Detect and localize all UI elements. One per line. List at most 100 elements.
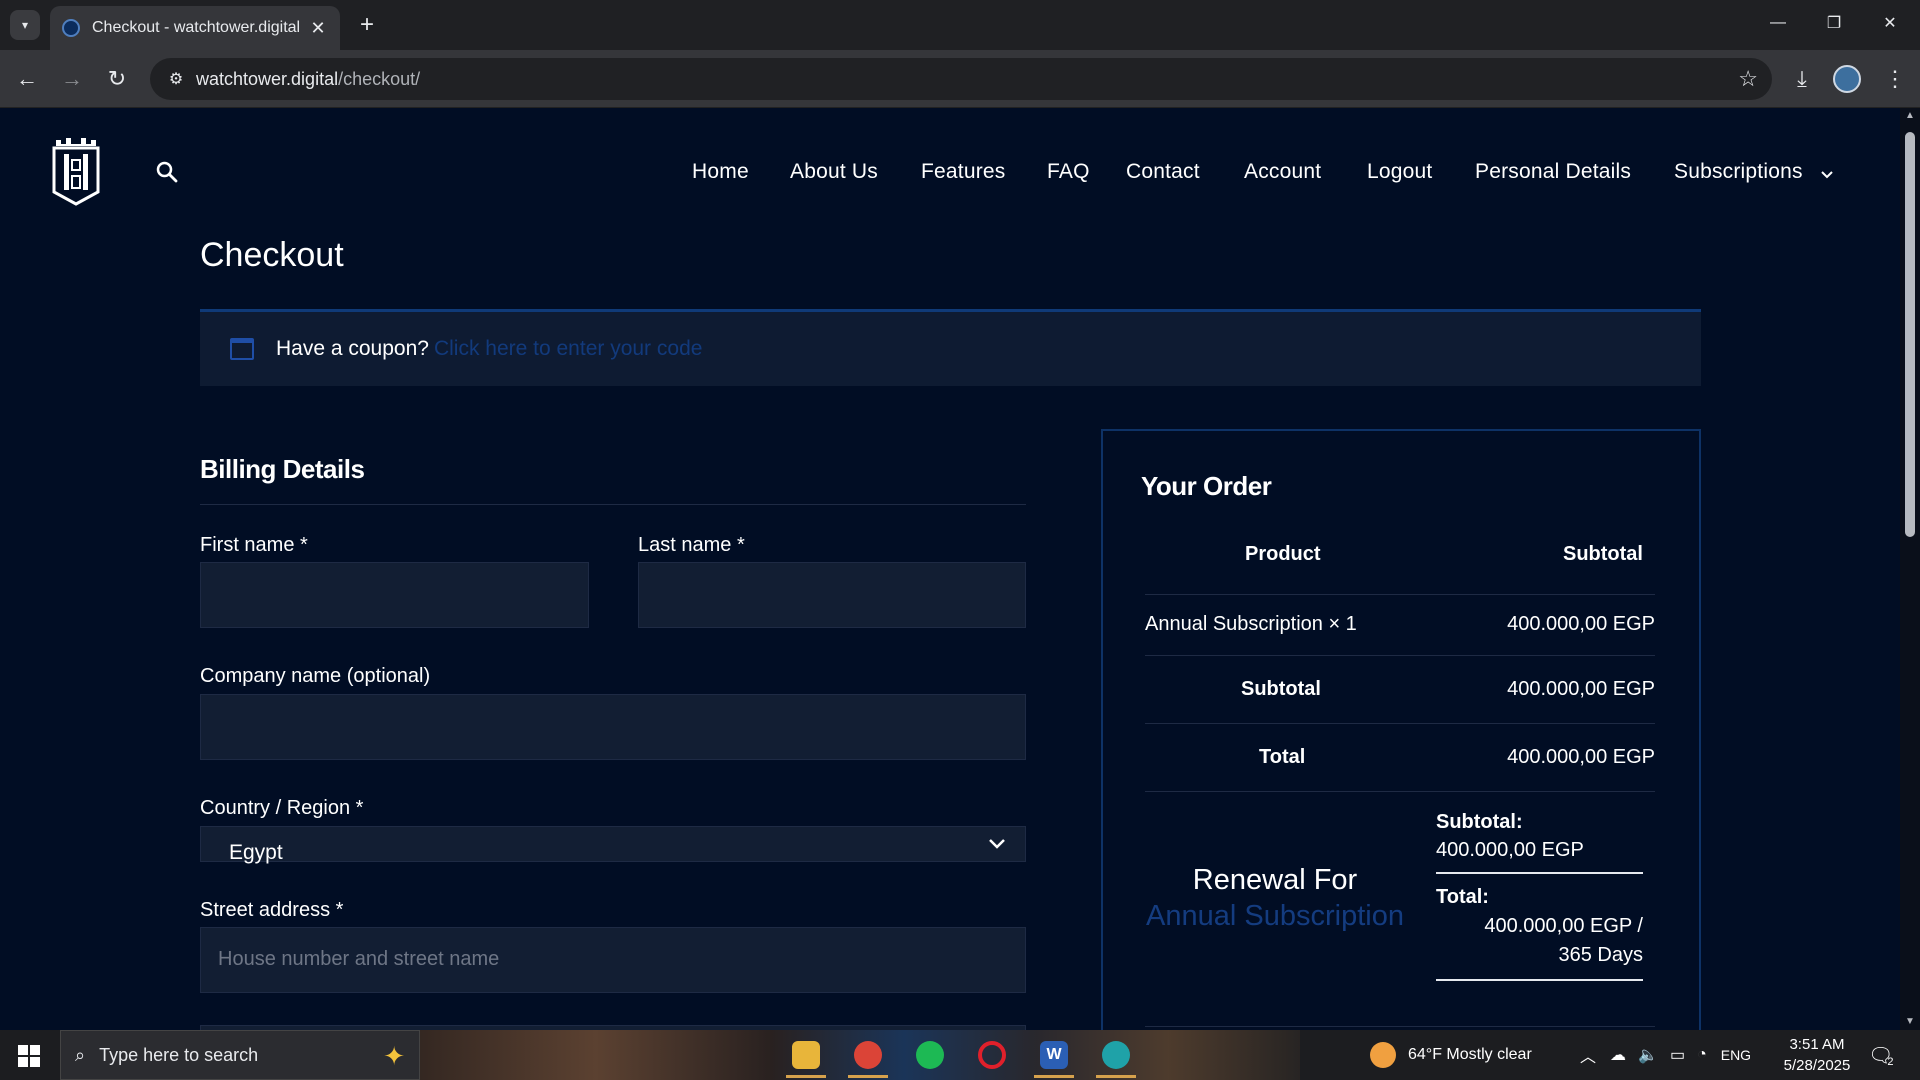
onedrive-cloud-icon[interactable]: ☁ [1610, 1045, 1626, 1065]
download-icon[interactable]: ⤓ [1787, 64, 1817, 94]
total-label: Total [1259, 746, 1306, 768]
your-order-heading: Your Order [1141, 471, 1272, 501]
country-select[interactable]: Egypt [200, 826, 1026, 864]
recurring-totals: Subtotal: 400.000,00 EGP Total: 400.000,… [1436, 811, 1643, 981]
address-bar[interactable]: ⚙ watchtower.digital/checkout/ ☆ [150, 58, 1772, 100]
web-page: Home About Us Features FAQ Contact Accou… [0, 108, 1900, 1030]
page-scrollbar[interactable]: ▲ ▼ [1900, 108, 1920, 1030]
forward-arrow-icon[interactable]: → [57, 64, 87, 94]
first-name-label: First name * [200, 534, 308, 556]
nav-contact[interactable]: Contact [1126, 160, 1200, 184]
word-icon: W [1040, 1041, 1068, 1069]
column-product: Product [1245, 543, 1321, 565]
profile-avatar[interactable] [1833, 65, 1861, 93]
order-table-bottom-rule [1145, 1026, 1655, 1027]
chrome-icon [854, 1041, 882, 1069]
nav-personal-details[interactable]: Personal Details [1475, 160, 1631, 184]
back-arrow-icon[interactable]: ← [12, 64, 42, 94]
order-subtotal-row: Subtotal 400.000,00 EGP [1145, 656, 1655, 724]
recurring-total-value: 400.000,00 EGP / [1484, 915, 1643, 937]
browser-tab-active[interactable]: Checkout - watchtower.digital ✕ [50, 6, 340, 50]
nav-faq[interactable]: FAQ [1047, 160, 1090, 184]
nav-about-us[interactable]: About Us [790, 160, 878, 184]
system-tray-icons: ︿ ☁ 🔈 ▭ ◔ ENG [1580, 1030, 1751, 1080]
wifi-icon[interactable]: ◔ [1697, 1046, 1707, 1064]
nav-home[interactable]: Home [692, 160, 749, 184]
folder-icon [792, 1041, 820, 1069]
taskbar-search-placeholder: Type here to search [99, 1044, 259, 1065]
scroll-up-arrow-icon[interactable]: ▲ [1904, 110, 1916, 122]
edge-icon [1102, 1041, 1130, 1069]
maximize-button[interactable]: ❐ [1814, 8, 1854, 38]
column-subtotal: Subtotal [1563, 543, 1643, 565]
recurring-renewal-label: Renewal For Annual Subscription [1146, 864, 1404, 932]
country-selected-value: Egypt [229, 841, 283, 864]
subtotal-value: 400.000,00 EGP [1507, 678, 1655, 700]
window-close-button[interactable]: ✕ [1870, 8, 1910, 38]
spotify-app[interactable] [902, 1034, 958, 1076]
minimize-button[interactable]: — [1758, 8, 1798, 38]
battery-icon[interactable]: ▭ [1670, 1045, 1685, 1065]
street-address-placeholder: House number and street name [218, 948, 500, 970]
browser-menu-icon[interactable]: ⋮ [1880, 64, 1910, 94]
chrome-app[interactable] [840, 1034, 896, 1078]
new-tab-button[interactable]: + [352, 10, 382, 40]
weather-icon [1370, 1042, 1396, 1068]
order-review-box: Your Order Product Subtotal Annual Subsc… [1101, 429, 1701, 1030]
order-item-name: Annual Subscription × 1 [1145, 613, 1357, 635]
scrollbar-thumb[interactable] [1905, 132, 1915, 537]
recurring-total-label: Total: [1436, 886, 1489, 908]
recurring-period: 365 Days [1558, 944, 1644, 966]
edge-app[interactable] [1088, 1034, 1144, 1078]
windows-taskbar: ⌕ Type here to search ✦ W 64°F Mostly cl… [0, 1030, 1920, 1080]
page-title: Checkout [200, 236, 344, 274]
street-address-label: Street address * [200, 899, 344, 921]
total-value: 400.000,00 EGP [1507, 746, 1655, 768]
taskbar-search[interactable]: ⌕ Type here to search ✦ [60, 1030, 420, 1080]
recurring-subtotal-label: Subtotal: [1436, 811, 1523, 833]
company-name-input[interactable] [200, 694, 1026, 760]
notification-center[interactable]: 🗨 2 [1868, 1030, 1894, 1080]
word-app[interactable]: W [1026, 1034, 1082, 1078]
opera-icon [978, 1041, 1006, 1069]
search-highlight-sparkle-icon: ✦ [383, 1041, 405, 1071]
volume-icon[interactable]: 🔈 [1638, 1045, 1658, 1065]
opera-app[interactable] [964, 1034, 1020, 1076]
bookmark-star-icon[interactable]: ☆ [1738, 66, 1758, 92]
nav-account[interactable]: Account [1244, 160, 1321, 184]
site-favicon-icon [62, 19, 80, 37]
system-clock[interactable]: 3:51 AM 5/28/2025 [1772, 1034, 1862, 1076]
street-address-input[interactable]: House number and street name [200, 927, 1026, 993]
enter-coupon-link[interactable]: Click here to enter your code [434, 337, 702, 361]
billing-divider [200, 504, 1026, 505]
reload-icon[interactable]: ↻ [102, 64, 132, 94]
tab-close-icon[interactable]: ✕ [308, 18, 328, 39]
weather-text: 64°F Mostly clear [1408, 1046, 1532, 1063]
site-info-icon[interactable]: ⚙ [156, 69, 196, 89]
order-table-header: Product Subtotal [1145, 511, 1655, 595]
scroll-down-arrow-icon[interactable]: ▼ [1904, 1016, 1916, 1028]
tab-search-chevron-icon[interactable]: ▾ [10, 10, 40, 40]
tray-overflow-chevron-icon[interactable]: ︿ [1580, 1043, 1596, 1067]
subtotal-label: Subtotal [1241, 678, 1321, 700]
nav-subscriptions[interactable]: Subscriptions [1674, 160, 1803, 184]
clock-time: 3:51 AM [1789, 1036, 1845, 1053]
first-name-input[interactable] [200, 562, 589, 628]
file-explorer-app[interactable] [778, 1034, 834, 1078]
spotify-icon [916, 1041, 944, 1069]
nav-features[interactable]: Features [921, 160, 1005, 184]
nav-logout[interactable]: Logout [1367, 160, 1432, 184]
chevron-down-icon[interactable] [1820, 168, 1834, 182]
last-name-input[interactable] [638, 562, 1026, 628]
weather-widget[interactable]: 64°F Mostly clear [1370, 1030, 1532, 1080]
browser-toolbar: ← → ↻ ⚙ watchtower.digital/checkout/ ☆ ⤓… [0, 50, 1920, 108]
coupon-prompt: Have a coupon? [276, 337, 429, 360]
order-item-row: Annual Subscription × 1 400.000,00 EGP [1145, 595, 1655, 656]
taskbar-search-icon: ⌕ [75, 1044, 86, 1065]
windows-start-icon[interactable] [18, 1045, 40, 1067]
tab-title: Checkout - watchtower.digital [92, 19, 301, 36]
language-indicator[interactable]: ENG [1721, 1047, 1751, 1063]
order-item-price: 400.000,00 EGP [1507, 613, 1655, 635]
last-name-label: Last name * [638, 534, 745, 556]
company-name-label: Company name (optional) [200, 665, 431, 687]
